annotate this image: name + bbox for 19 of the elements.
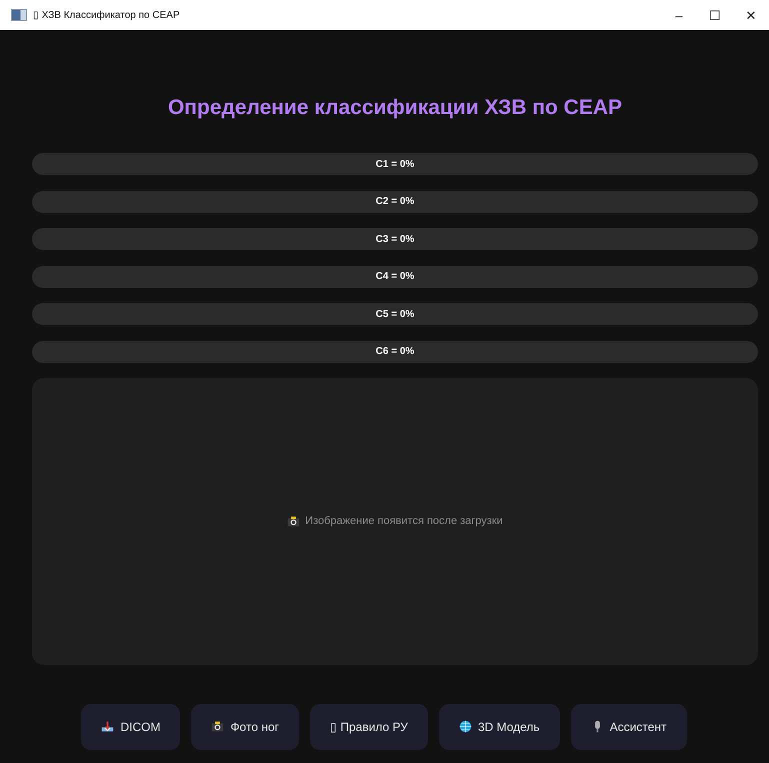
progress-label: C2 = 0% [376,196,414,207]
page-heading: Определение классификации ХЗВ по CEAP [166,95,624,121]
action-button[interactable]: ▯ Правило РУ [310,704,428,750]
window-title: ▯ ХЗВ Классификатор по CEAP [33,9,181,21]
progress-label: C1 = 0% [376,158,414,170]
upload-icon [101,720,114,733]
progress-label: C3 = 0% [376,234,414,244]
placeholder-text: Изображение появится после загрузки [305,515,503,527]
camera-icon [287,514,300,528]
action-button[interactable]: Ассистент [570,704,687,750]
app-icon [11,9,27,21]
globe-icon [458,720,472,733]
camera-icon [211,720,224,733]
progress-label: C6 = 0% [376,346,414,357]
action-button[interactable]: DICOM [81,704,180,750]
progress-label: C4 = 0% [376,271,414,282]
action-button[interactable]: 3D Модель [438,704,560,750]
progress-label: C5 = 0% [376,308,414,320]
action-button[interactable]: Фото ног [191,704,300,750]
